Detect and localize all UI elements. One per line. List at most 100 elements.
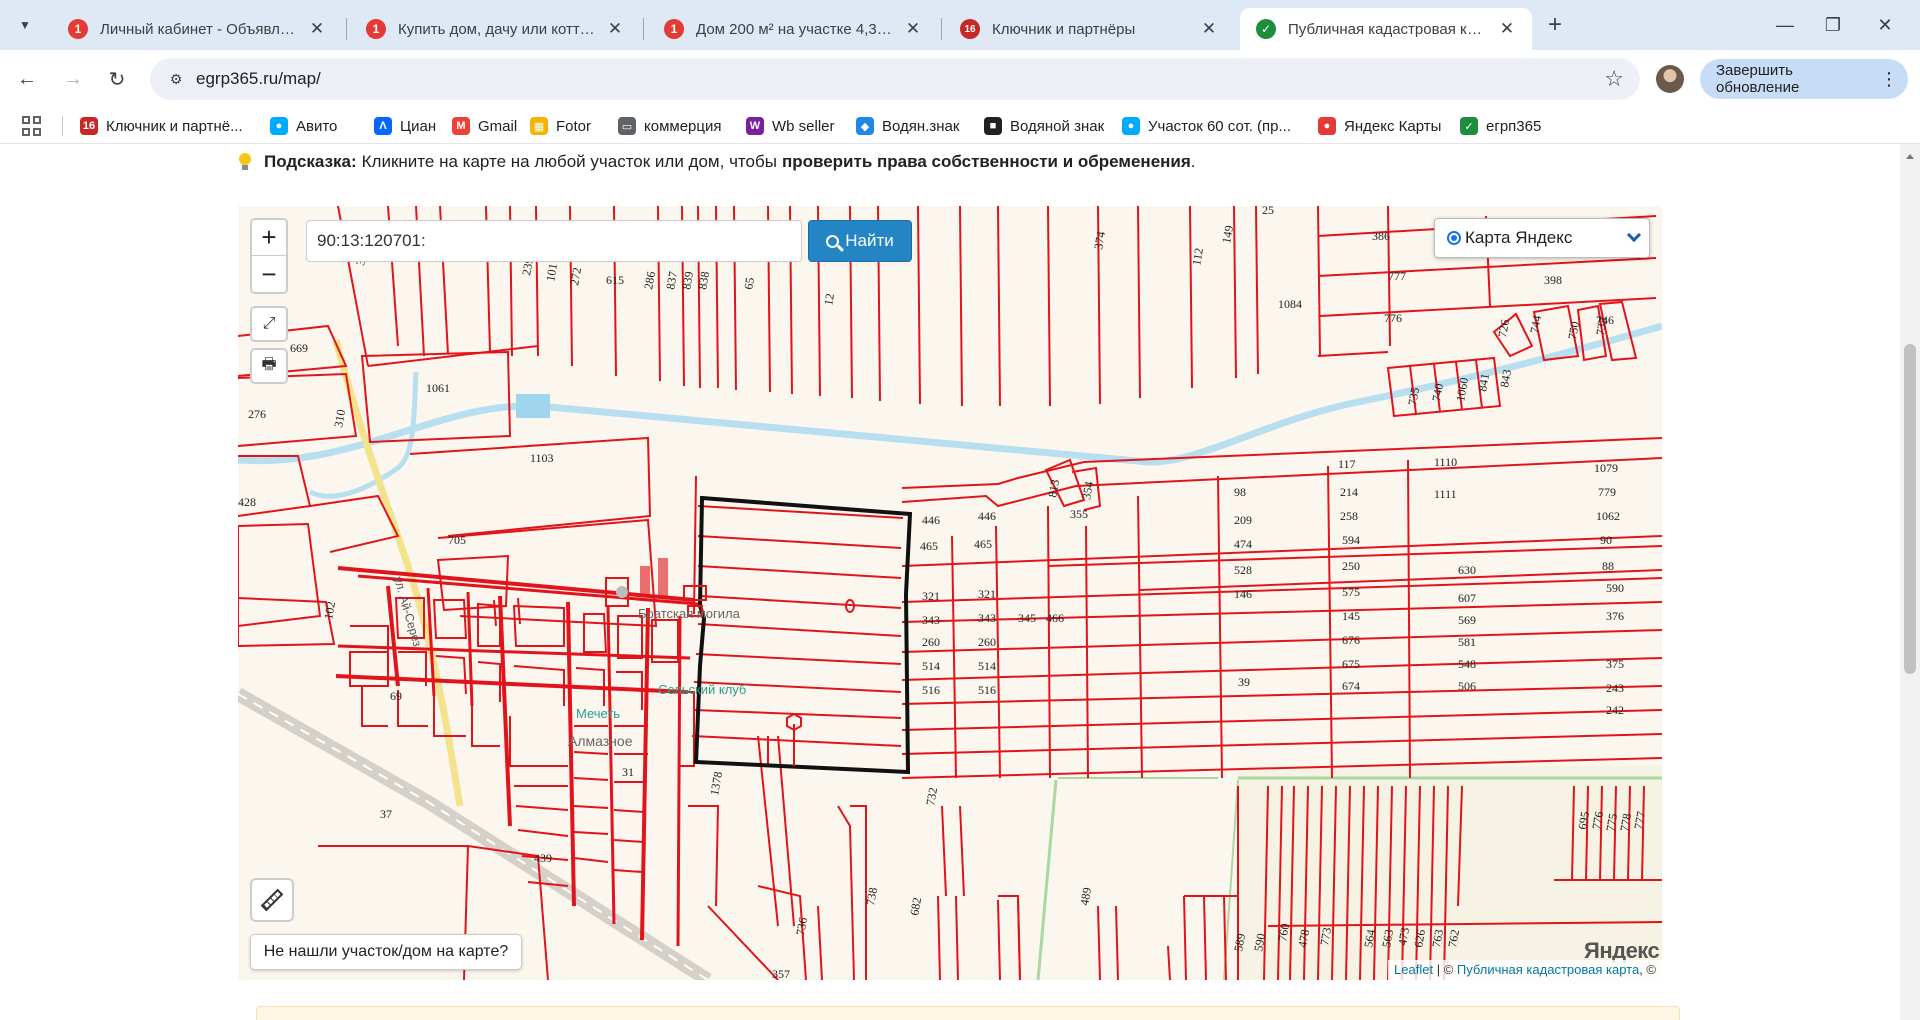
not-found-button[interactable]: Не нашли участок/дом на карте? xyxy=(250,934,522,970)
map-pin-icon: ● xyxy=(1318,117,1336,135)
page-scrollbar[interactable] xyxy=(1900,144,1920,1020)
close-icon[interactable]: ✕ xyxy=(604,18,626,40)
info-panel xyxy=(256,1006,1680,1020)
more-vert-icon[interactable]: ⋮ xyxy=(1880,69,1898,90)
zoom-in-button[interactable]: + xyxy=(252,220,286,256)
bookmark-item[interactable]: W Wb seller xyxy=(746,114,835,138)
gmail-icon: M xyxy=(452,117,470,135)
parcel-number-label: 439 xyxy=(534,851,552,865)
parcel-number-label: 90 xyxy=(1600,533,1612,547)
bookmark-item[interactable]: ✓ егрп365 xyxy=(1460,114,1541,138)
parcel-number-label: 355 xyxy=(1070,507,1088,521)
close-window-button[interactable]: ✕ xyxy=(1862,10,1908,40)
fullscreen-button[interactable]: ⤢ xyxy=(250,306,288,342)
cadastral-search-input[interactable] xyxy=(306,220,802,262)
bookmark-item[interactable]: ◆ Водян.знак xyxy=(856,114,959,138)
chevron-down-icon xyxy=(1626,227,1642,243)
bookmark-label: коммерция xyxy=(644,117,722,135)
parcel-number-label: 146 xyxy=(1234,587,1252,601)
parcel-number-label: 321 xyxy=(922,589,940,603)
close-icon[interactable]: ✕ xyxy=(902,18,924,40)
wildberries-icon: W xyxy=(746,117,764,135)
site-settings-icon[interactable]: ⚙ xyxy=(164,67,188,91)
map-layer-select[interactable]: Карта Яндекс xyxy=(1434,218,1650,258)
cian-icon: Λ xyxy=(374,117,392,135)
bookmark-item[interactable]: ● Авито xyxy=(270,114,337,138)
back-button[interactable]: ← xyxy=(10,62,44,96)
parcel-number-label: 1103 xyxy=(530,451,554,465)
parcel-number-label: 65 xyxy=(741,276,757,290)
forward-button[interactable]: → xyxy=(56,62,90,96)
tab-5-active[interactable]: ✓ Публичная кадастровая карта ✕ xyxy=(1240,8,1532,50)
zoom-out-button[interactable]: − xyxy=(252,256,286,292)
place-label: Братская могила xyxy=(638,606,741,621)
radio-selected-icon xyxy=(1447,231,1461,245)
bookmark-item[interactable]: ● Участок 60 сот. (пр... xyxy=(1122,114,1291,138)
bookmark-label: Циан xyxy=(400,117,437,135)
tab-1[interactable]: 1 Личный кабинет - Объявления ✕ xyxy=(52,8,342,50)
tab-title: Дом 200 м² на участке 4,3 сот. xyxy=(696,20,894,38)
parcel-number-label: 376 xyxy=(1606,609,1624,623)
parcel-number-label: 1061 xyxy=(426,381,450,395)
tab-4[interactable]: 16 Ключник и партнёры ✕ xyxy=(944,8,1234,50)
fullscreen-icon: ⤢ xyxy=(262,315,276,332)
address-url[interactable]: egrp365.ru/map/ xyxy=(196,58,321,100)
check-circle-icon: ✓ xyxy=(1256,19,1276,39)
arrow-left-icon: ← xyxy=(17,67,37,90)
bookmark-item[interactable]: ● Яндекс Карты xyxy=(1318,114,1441,138)
restore-button[interactable]: ❐ xyxy=(1810,10,1856,40)
parcel-layer[interactable]: 3112391012726152868378398386564123741121… xyxy=(238,206,1662,980)
page-content: Подсказка: Кликните на карте на любой уч… xyxy=(0,144,1900,1020)
new-tab-button[interactable]: + xyxy=(1540,10,1570,40)
scrollbar-thumb[interactable] xyxy=(1904,344,1916,674)
tab-3[interactable]: 1 Дом 200 м² на участке 4,3 сот. ✕ xyxy=(648,8,938,50)
scroll-up-icon[interactable] xyxy=(1906,154,1914,159)
tab-2[interactable]: 1 Купить дом, дачу или коттедж ✕ xyxy=(350,8,640,50)
keys-icon: 16 xyxy=(80,117,98,135)
parcel-number-label: 1084 xyxy=(1278,297,1302,311)
bookmark-star-icon[interactable]: ☆ xyxy=(1604,66,1624,92)
notification-badge-icon: 1 xyxy=(68,19,88,39)
bookmark-item[interactable]: M Gmail xyxy=(452,114,517,138)
bookmark-item[interactable]: ▦ Fotor xyxy=(530,114,591,138)
close-icon[interactable]: ✕ xyxy=(1496,18,1518,40)
parcel-number-label: 777 xyxy=(1388,269,1406,283)
place-label: Алмазное xyxy=(568,733,633,749)
parcel-number-label: 260 xyxy=(922,635,940,649)
reload-button[interactable]: ↻ xyxy=(100,62,134,96)
profile-avatar[interactable] xyxy=(1656,65,1684,93)
bookmark-item[interactable]: 16 Ключник и партнё... xyxy=(80,114,243,138)
parcel-number-label: 705 xyxy=(448,533,466,547)
folder-icon: ▭ xyxy=(618,117,636,135)
parcel-number-label: 398 xyxy=(1544,273,1562,287)
close-icon[interactable]: ✕ xyxy=(306,18,328,40)
close-icon[interactable]: ✕ xyxy=(1198,18,1220,40)
minimize-button[interactable]: — xyxy=(1762,10,1808,40)
parcel-number-label: 37 xyxy=(380,807,392,821)
print-button[interactable]: 🖶 xyxy=(250,348,288,384)
bookmark-item[interactable]: ▭ коммерция xyxy=(618,114,721,138)
tab-separator xyxy=(941,18,942,40)
parcel-number-label: 375 xyxy=(1606,657,1624,671)
parcel-number-label: 117 xyxy=(1338,457,1356,471)
update-button[interactable]: Завершить обновление ⋮ xyxy=(1700,59,1908,99)
bookmark-item[interactable]: Λ Циан xyxy=(374,114,436,138)
parcel-number-label: 548 xyxy=(1458,657,1476,671)
cadastral-map-link[interactable]: Публичная кадастровая карта xyxy=(1457,962,1639,977)
hint-label: Подсказка: xyxy=(264,152,357,171)
apps-grid-icon[interactable] xyxy=(22,116,42,136)
search-button[interactable]: Найти xyxy=(808,220,912,262)
bookmark-label: Участок 60 сот. (пр... xyxy=(1148,117,1291,135)
cadastral-map[interactable]: 3112391012726152868378398386564123741121… xyxy=(238,206,1662,980)
leaflet-link[interactable]: Leaflet xyxy=(1394,962,1433,977)
tab-search-menu[interactable]: ▼ xyxy=(10,12,40,38)
arrow-right-icon: → xyxy=(63,67,83,90)
measure-button[interactable] xyxy=(250,878,294,922)
parcel-number-label: 569 xyxy=(1458,613,1476,627)
parcel-number-label: 25 xyxy=(1262,206,1274,217)
parcel-number-label: 209 xyxy=(1234,513,1252,527)
parcel-number-label: 1110 xyxy=(1434,455,1457,469)
lock-icon: ■ xyxy=(984,117,1002,135)
address-bar[interactable]: ⚙ egrp365.ru/map/ ☆ xyxy=(150,58,1640,100)
bookmark-item[interactable]: ■ Водяной знак xyxy=(984,114,1104,138)
